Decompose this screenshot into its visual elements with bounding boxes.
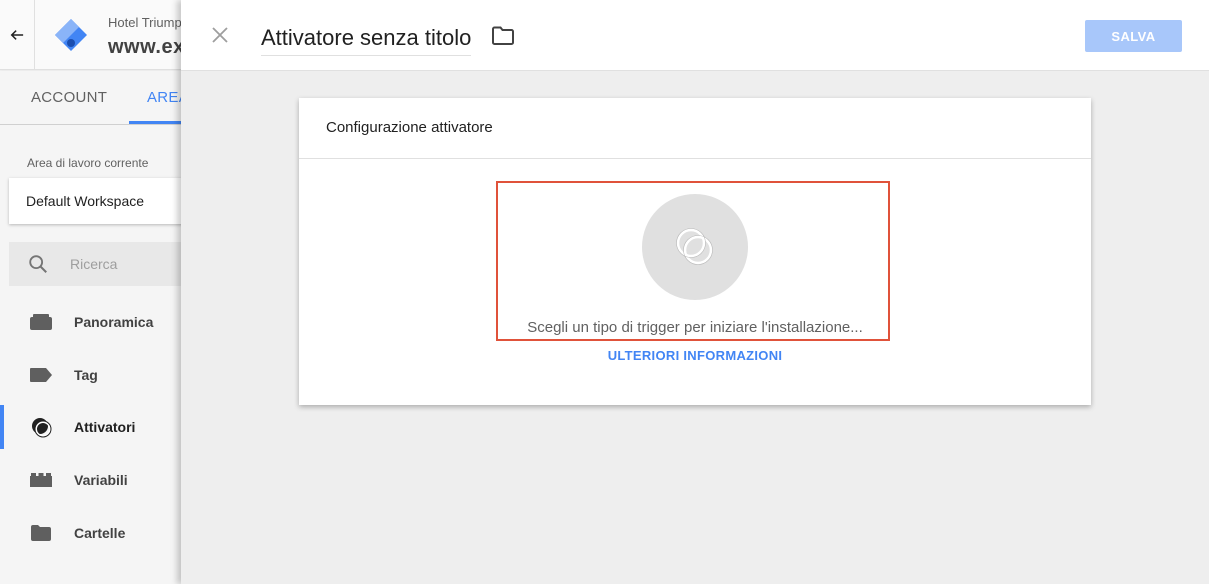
trigger-icon	[676, 228, 713, 265]
trigger-hint-text: Scegli un tipo di trigger per iniziare l…	[527, 319, 863, 336]
save-button[interactable]: SALVA	[1085, 20, 1182, 52]
active-item-indicator	[0, 405, 4, 449]
sidebar-item-label: Cartelle	[74, 525, 126, 541]
sidebar-item-overview[interactable]: Panoramica	[0, 300, 181, 344]
sidebar-item-label: Panoramica	[74, 314, 154, 330]
trigger-configuration-card: Configurazione attivatore Scegli un tipo…	[299, 98, 1091, 405]
workspace-label: Area di lavoro corrente	[27, 156, 149, 170]
tab-account[interactable]: ACCOUNT	[31, 71, 107, 124]
container-name[interactable]: www.ex	[108, 36, 185, 59]
trigger-icon	[30, 416, 52, 438]
folder-icon	[30, 522, 52, 544]
trigger-type-placeholder[interactable]	[642, 194, 748, 300]
sidebar-item-label: Variabili	[74, 472, 128, 488]
tag-manager-logo-icon	[55, 19, 87, 51]
sidebar-item-triggers[interactable]: Attivatori	[0, 405, 181, 449]
variables-icon	[30, 469, 52, 491]
learn-more-link[interactable]: ULTERIORI INFORMAZIONI	[299, 348, 1091, 363]
sidebar-item-folders[interactable]: Cartelle	[0, 511, 181, 555]
sidebar-item-variables[interactable]: Variabili	[0, 458, 181, 502]
tag-icon	[30, 364, 52, 386]
sidebar-item-label: Attivatori	[74, 419, 136, 435]
close-icon	[212, 27, 228, 43]
overview-icon	[30, 311, 52, 333]
close-button[interactable]	[207, 22, 233, 48]
sidebar-item-label: Tag	[74, 367, 98, 383]
trigger-name-input[interactable]: Attivatore senza titolo	[261, 25, 472, 56]
search-icon	[29, 255, 47, 273]
card-title: Configurazione attivatore	[326, 119, 493, 136]
folder-button[interactable]	[491, 26, 517, 48]
arrow-left-icon	[10, 30, 24, 40]
sidebar: Area di lavoro corrente Default Workspac…	[0, 125, 199, 584]
trigger-editor-panel: Attivatore senza titolo SALVA Configuraz…	[181, 0, 1209, 584]
back-button[interactable]	[0, 0, 35, 70]
card-header: Configurazione attivatore	[299, 98, 1091, 159]
sidebar-item-tags[interactable]: Tag	[0, 353, 181, 397]
search-input[interactable]: Ricerca	[9, 242, 199, 286]
search-placeholder: Ricerca	[70, 256, 118, 272]
workspace-selector[interactable]: Default Workspace	[9, 178, 199, 224]
account-name: Hotel Triump	[108, 15, 182, 30]
panel-header: Attivatore senza titolo SALVA	[181, 0, 1209, 71]
folder-outline-icon	[492, 26, 514, 45]
